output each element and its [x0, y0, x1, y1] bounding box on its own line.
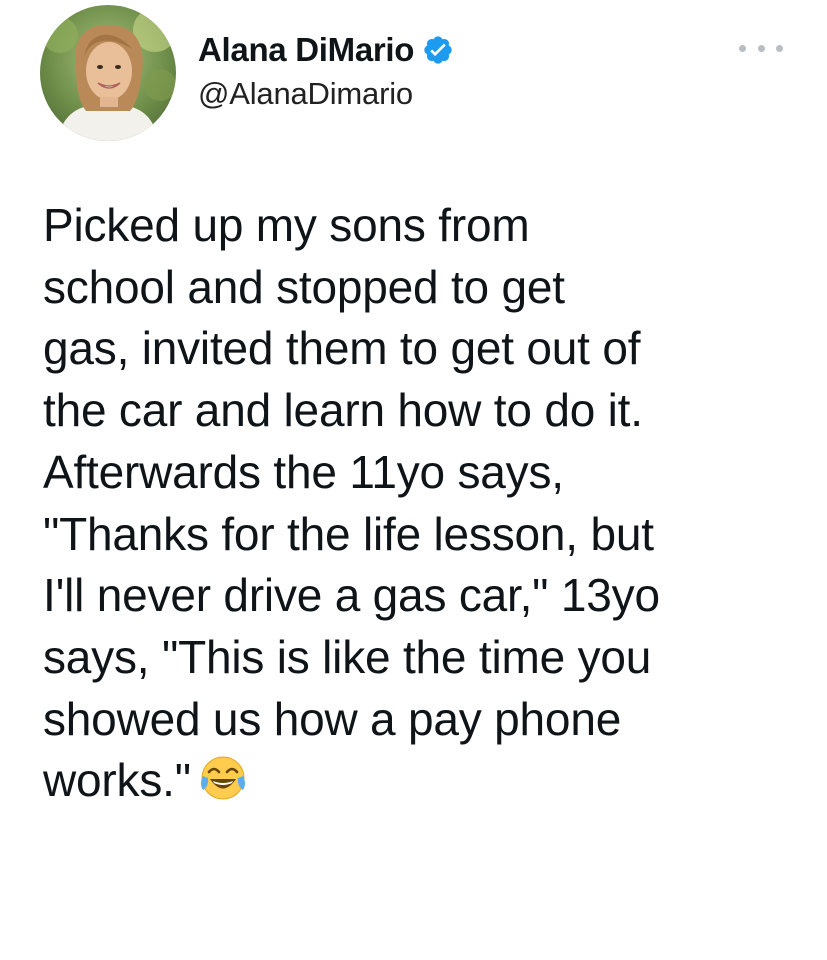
tweet-text-container: Picked up my sons from school and stoppe… [43, 195, 813, 812]
tweet-text: Picked up my sons from school and stoppe… [43, 199, 660, 807]
more-dot [757, 44, 765, 52]
more-options-icon[interactable] [739, 38, 783, 58]
display-name[interactable]: Alana DiMario [198, 31, 414, 69]
name-row: Alana DiMario [198, 28, 454, 72]
more-dot [739, 44, 746, 52]
more-dot [776, 44, 783, 52]
handle[interactable]: @AlanaDimario [198, 76, 454, 112]
tweet-card: Alana DiMario @AlanaDimario Picked up my… [0, 0, 827, 960]
verified-badge-icon [422, 34, 454, 66]
face-with-tears-of-joy-icon [197, 752, 249, 804]
author-info: Alana DiMario @AlanaDimario [198, 28, 454, 112]
profile-photo-icon [40, 5, 176, 141]
avatar[interactable] [40, 5, 176, 141]
